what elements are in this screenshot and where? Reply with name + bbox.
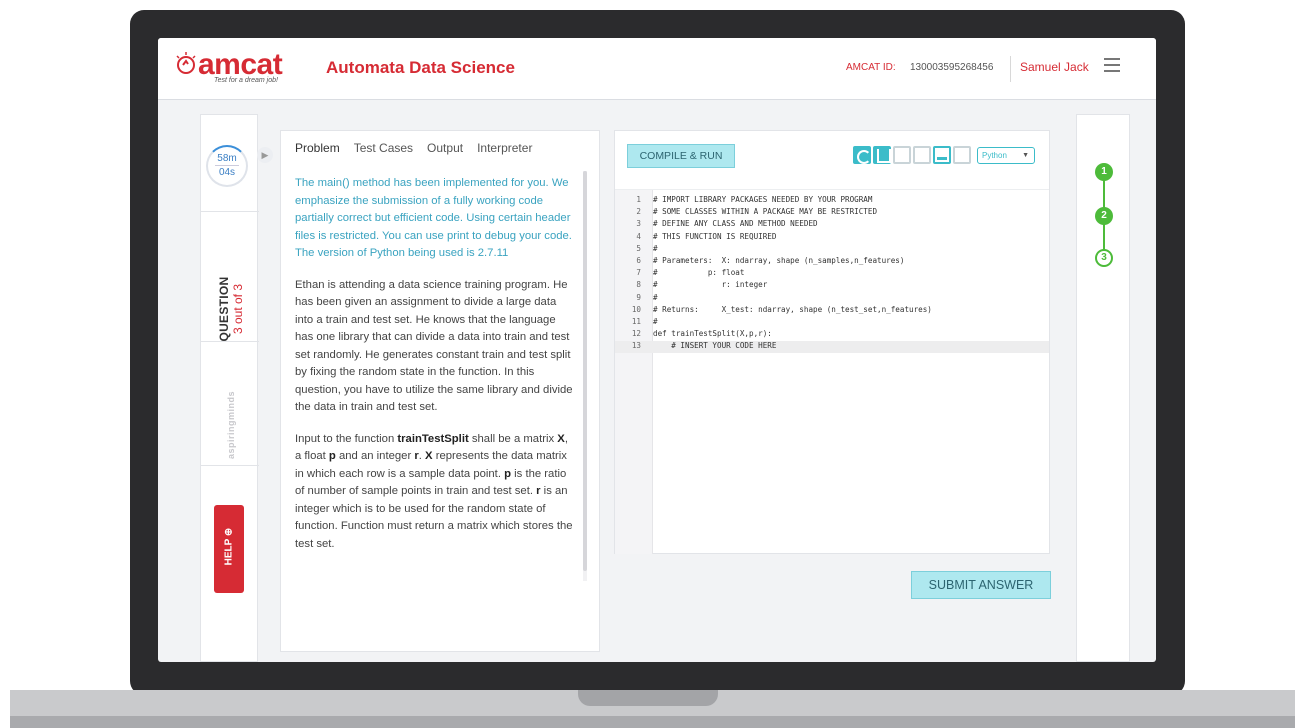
rail-divider xyxy=(201,341,259,342)
line-number: 5 xyxy=(636,243,641,253)
scrollbar-thumb[interactable] xyxy=(583,171,587,571)
partner-logo: aspiringminds xyxy=(226,391,236,460)
code-line[interactable]: 7 # p: float xyxy=(615,268,1049,280)
help-button[interactable]: HELP ⊕ xyxy=(214,505,244,593)
code-text: # INSERT YOUR CODE HERE xyxy=(653,341,777,351)
code-text: # THIS FUNCTION IS REQUIRED xyxy=(653,231,777,241)
code-line[interactable]: 8 # r: integer xyxy=(615,280,1049,292)
user-name[interactable]: Samuel Jack xyxy=(1020,60,1089,74)
line-number: 12 xyxy=(631,329,641,339)
amcat-id-label: AMCAT ID: xyxy=(846,62,896,73)
code-text: # Parameters: X: ndarray, shape (n_sampl… xyxy=(653,255,905,265)
logo-text: amcat xyxy=(198,48,283,81)
tab-output[interactable]: Output xyxy=(427,131,463,163)
amcat-logo: amcat Test for a dream job! xyxy=(174,48,283,84)
question-progress-rail: 1 2 3 xyxy=(1076,114,1130,662)
code-text: # Returns: X_test: ndarray, shape (n_tes… xyxy=(653,304,932,314)
code-text: # xyxy=(653,292,658,302)
amcat-id-value: 130003595268456 xyxy=(910,62,994,73)
problem-scrollbar[interactable] xyxy=(583,171,587,581)
editor-toolbar: Python ▼ xyxy=(853,146,1035,164)
submit-answer-button[interactable]: SUBMIT ANSWER xyxy=(911,571,1051,599)
screen: amcat Test for a dream job! Automata Dat… xyxy=(158,38,1156,662)
save-icon[interactable] xyxy=(873,146,891,164)
line-number: 8 xyxy=(636,280,641,290)
problem-text-area[interactable]: The main() method has been implemented f… xyxy=(295,175,573,645)
code-line[interactable]: 5 # xyxy=(615,244,1049,256)
app-title: Automata Data Science xyxy=(326,58,515,77)
code-line[interactable]: 9 # xyxy=(615,293,1049,305)
code-text: # p: float xyxy=(653,268,745,278)
theme-icon[interactable] xyxy=(933,146,951,164)
split-icon[interactable] xyxy=(953,146,971,164)
fullscreen-icon[interactable] xyxy=(893,146,911,164)
code-line[interactable]: 1 # IMPORT LIBRARY PACKAGES NEEDED BY YOU… xyxy=(615,195,1049,207)
line-number: 3 xyxy=(636,219,641,229)
logo-tagline: Test for a dream job! xyxy=(214,77,278,84)
progress-step-2[interactable]: 2 xyxy=(1095,207,1113,225)
progress-step-1[interactable]: 1 xyxy=(1095,163,1113,181)
code-text: # SOME CLASSES WITHIN A PACKAGE MAY BE R… xyxy=(653,207,878,217)
code-line[interactable]: 2 # SOME CLASSES WITHIN A PACKAGE MAY BE … xyxy=(615,207,1049,219)
line-number: 9 xyxy=(636,292,641,302)
tab-interpreter[interactable]: Interpreter xyxy=(477,131,532,163)
problem-panel: Problem Test Cases Output Interpreter Th… xyxy=(280,130,600,652)
line-number: 4 xyxy=(636,231,641,241)
question-word: QUESTION xyxy=(217,276,231,342)
code-text: # r: integer xyxy=(653,280,768,290)
header: amcat Test for a dream job! Automata Dat… xyxy=(158,38,1156,100)
line-number: 1 xyxy=(636,195,641,204)
question-count: 3 out of 3 xyxy=(231,283,245,335)
code-editor[interactable]: 1 # IMPORT LIBRARY PACKAGES NEEDED BY YOU… xyxy=(615,189,1049,554)
code-line[interactable]: 11 # xyxy=(615,317,1049,329)
timer-minutes: 58m xyxy=(217,153,237,164)
code-text: def trainTestSplit(X,p,r): xyxy=(653,329,772,339)
chevron-down-icon: ▼ xyxy=(1022,151,1029,159)
collapse-arrow-icon[interactable]: ▶ xyxy=(257,147,273,163)
problem-note: The main() method has been implemented f… xyxy=(295,177,572,259)
editor-panel: COMPILE & RUN Python ▼ 1 # IMPORT LIBRARY … xyxy=(614,130,1050,554)
rail-divider xyxy=(201,465,259,466)
laptop-base-shade xyxy=(10,716,1295,728)
line-number: 6 xyxy=(636,255,641,265)
rail-divider xyxy=(201,211,259,212)
code-text: # xyxy=(653,316,658,326)
code-line[interactable]: 4 # THIS FUNCTION IS REQUIRED xyxy=(615,232,1049,244)
timer: 58m 04s xyxy=(206,145,248,187)
line-number: 13 xyxy=(631,341,641,351)
header-divider xyxy=(1010,56,1011,82)
layout-icon[interactable] xyxy=(913,146,931,164)
tab-test-cases[interactable]: Test Cases xyxy=(354,131,413,163)
code-line[interactable]: 10 # Returns: X_test: ndarray, shape (n_t… xyxy=(615,305,1049,317)
line-number: 11 xyxy=(631,316,641,326)
reset-icon[interactable] xyxy=(853,146,871,164)
line-number: 7 xyxy=(636,268,641,278)
compile-run-button[interactable]: COMPILE & RUN xyxy=(627,144,735,168)
left-rail: 58m 04s ▶ QUESTION 3 out of 3 aspiringmi… xyxy=(200,114,273,662)
code-line[interactable]: 12 def trainTestSplit(X,p,r): xyxy=(615,329,1049,341)
code-text: # xyxy=(653,243,658,253)
bulb-logo-icon xyxy=(176,52,196,74)
code-text: # IMPORT LIBRARY PACKAGES NEEDED BY YOUR… xyxy=(653,195,873,204)
language-value: Python xyxy=(982,150,1007,160)
problem-tabs: Problem Test Cases Output Interpreter xyxy=(281,131,601,163)
line-number: 10 xyxy=(631,304,641,314)
tab-problem[interactable]: Problem xyxy=(295,131,340,163)
code-line[interactable]: 6 # Parameters: X: ndarray, shape (n_samp… xyxy=(615,256,1049,268)
code-lines[interactable]: 1 # IMPORT LIBRARY PACKAGES NEEDED BY YOU… xyxy=(615,195,1049,354)
hamburger-menu-icon[interactable] xyxy=(1104,58,1120,72)
help-label: HELP xyxy=(223,538,235,566)
code-line[interactable]: 13 # INSERT YOUR CODE HERE xyxy=(615,341,1049,354)
code-line[interactable]: 3 # DEFINE ANY CLASS AND METHOD NEEDED xyxy=(615,219,1049,231)
line-number: 2 xyxy=(636,207,641,217)
code-text: # DEFINE ANY CLASS AND METHOD NEEDED xyxy=(653,219,818,229)
problem-paragraph-1: Ethan is attending a data science traini… xyxy=(295,278,573,414)
timer-seconds: 04s xyxy=(215,165,239,178)
progress-step-3[interactable]: 3 xyxy=(1095,249,1113,267)
problem-paragraph-2: Input to the function trainTestSplit sha… xyxy=(295,432,573,550)
language-select[interactable]: Python ▼ xyxy=(977,146,1035,164)
laptop-notch xyxy=(578,690,718,706)
